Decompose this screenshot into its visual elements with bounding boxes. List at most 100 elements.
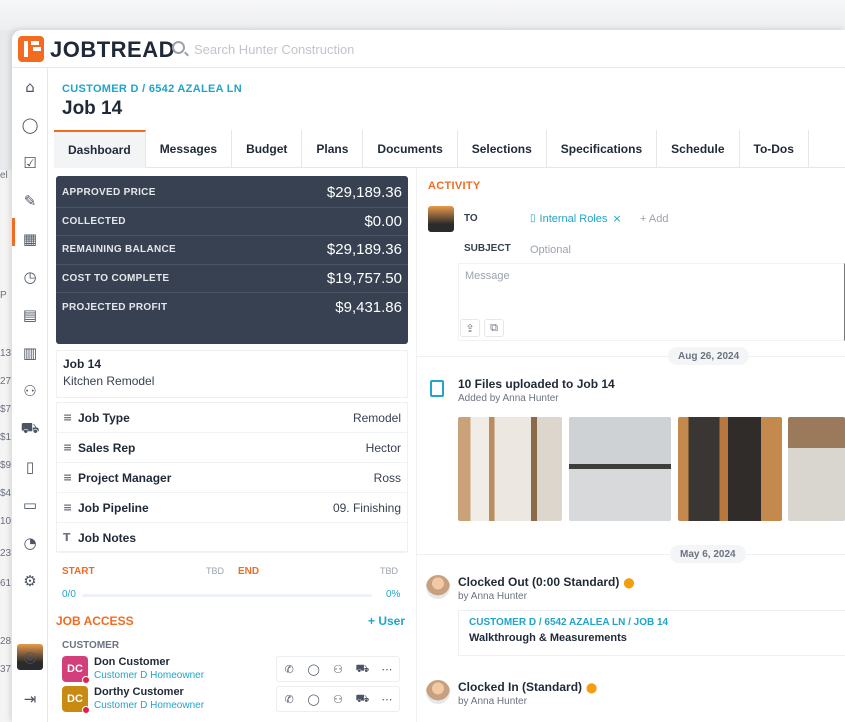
date-separator: [416, 554, 845, 555]
status-dot: [82, 676, 90, 684]
clock-out-title-text: Clocked Out (0:00 Standard): [458, 575, 620, 589]
remove-recipient-icon[interactable]: ×: [612, 212, 621, 225]
progress-percent: 0%: [386, 589, 401, 600]
photo-thumbnail[interactable]: [569, 417, 671, 521]
activity-title: ACTIVITY: [428, 180, 481, 192]
tab-selections[interactable]: Selections: [458, 130, 547, 168]
customer-group-label: CUSTOMER: [62, 640, 120, 651]
app-window: JOBTREAD ⌂ ◯ ☑ ✎ ▦ ◷ ▤ ▥ ⚇ ⛟ ▯ ▭ ◔ ⚙ ◎ ⇥…: [12, 30, 845, 722]
contact-initials: DC: [67, 693, 83, 705]
composer-avatar: [428, 206, 454, 232]
to-label: TO: [464, 213, 478, 224]
column-divider: [416, 168, 417, 722]
contact-row[interactable]: DC Dorthy Customer Customer D Homeowner ✆ ◯ ⚇…: [62, 686, 408, 714]
financial-row[interactable]: COST TO COMPLETE $19,757.50: [56, 265, 408, 293]
job-field-label: ≡ Job Type: [63, 411, 130, 425]
progress-bar: [82, 594, 372, 597]
job-field-row[interactable]: T Job Notes: [57, 523, 407, 553]
background-text-fragment: $7: [0, 404, 12, 415]
clock-in-event-title[interactable]: Clocked In (Standard) ⬤: [458, 680, 597, 694]
financial-row[interactable]: REMAINING BALANCE $29,189.36: [56, 236, 408, 265]
financial-row[interactable]: PROJECTED PROFIT $9,431.86: [56, 293, 408, 322]
job-info-card[interactable]: Job 14 Kitchen Remodel: [56, 350, 408, 398]
tab-specifications[interactable]: Specifications: [547, 130, 658, 168]
tab-to-dos[interactable]: To-Dos: [740, 130, 809, 168]
task-card[interactable]: CUSTOMER D / 6542 AZALEA LN / JOB 14 Wal…: [458, 610, 845, 656]
add-recipient-button[interactable]: + Add: [640, 213, 668, 225]
job-field-value: 09. Finishing: [332, 500, 401, 515]
pie-chart-icon[interactable]: ◔: [21, 534, 39, 552]
background-text-fragment: $4: [0, 488, 12, 499]
job-field-label: ≡ Sales Rep: [63, 441, 135, 455]
photo-thumbnail[interactable]: [788, 417, 845, 521]
chat-icon[interactable]: ◯: [21, 116, 39, 134]
phone-icon[interactable]: ✆: [277, 687, 301, 711]
financial-row[interactable]: COLLECTED $0.00: [56, 208, 408, 236]
truck-icon[interactable]: ⛟: [350, 657, 374, 681]
more-icon[interactable]: ⋯: [375, 687, 399, 711]
financial-value: $0.00: [364, 212, 402, 230]
location-pin-icon: ⬤: [623, 578, 635, 589]
copy-icon[interactable]: ⧉: [484, 319, 504, 337]
photo-thumbnail[interactable]: [458, 417, 562, 521]
calendar-icon[interactable]: ▦: [21, 230, 39, 248]
message-input[interactable]: [458, 263, 845, 341]
job-field-label: T Job Notes: [63, 531, 136, 545]
search-input[interactable]: [194, 39, 424, 59]
gear-icon[interactable]: ⚙: [21, 572, 39, 590]
date-pill: Aug 26, 2024: [668, 347, 750, 365]
list-icon: ≡: [63, 411, 73, 424]
contact-role: Customer D Homeowner: [94, 700, 205, 711]
phone-icon[interactable]: ✆: [277, 657, 301, 681]
lifebuoy-icon[interactable]: ◎: [21, 648, 39, 666]
truck-icon[interactable]: ⛟: [350, 687, 374, 711]
users-icon[interactable]: ⚇: [21, 382, 39, 400]
tab-dashboard[interactable]: Dashboard: [54, 130, 146, 168]
job-field-row[interactable]: ≡ Sales Rep Hector: [57, 433, 407, 463]
document-icon[interactable]: ▥: [21, 344, 39, 362]
photo-thumbnail[interactable]: [678, 417, 782, 521]
job-field-row[interactable]: ≡ Job Type Remodel: [57, 403, 407, 433]
subject-input[interactable]: [530, 242, 830, 258]
logout-icon[interactable]: ⇥: [21, 690, 39, 708]
job-field-label-text: Job Pipeline: [78, 500, 149, 515]
job-access-title: JOB ACCESS: [56, 614, 134, 628]
clock-icon[interactable]: ◷: [21, 268, 39, 286]
file-icon: [430, 380, 444, 397]
tab-schedule[interactable]: Schedule: [657, 130, 740, 168]
book-icon[interactable]: ▯: [21, 458, 39, 476]
clock-out-event-title[interactable]: Clocked Out (0:00 Standard) ⬤: [458, 575, 635, 589]
tab-messages[interactable]: Messages: [146, 130, 233, 168]
folder-icon[interactable]: ▭: [21, 496, 39, 514]
recipient-chip[interactable]: ▯ Internal Roles ×: [530, 212, 622, 225]
financial-row[interactable]: APPROVED PRICE $29,189.36: [56, 179, 408, 208]
financial-value: $29,189.36: [326, 241, 402, 259]
upload-icon[interactable]: ⇪: [460, 319, 480, 337]
truck-icon[interactable]: ⛟: [21, 419, 40, 438]
search-bar[interactable]: [172, 39, 432, 59]
jobtread-logo-icon[interactable]: [18, 36, 44, 62]
breadcrumb[interactable]: CUSTOMER D / 6542 AZALEA LN: [62, 83, 242, 95]
wrench-icon[interactable]: ✎: [21, 192, 39, 210]
home-icon[interactable]: ⌂: [21, 78, 39, 96]
end-label[interactable]: END: [238, 566, 259, 577]
tab-documents[interactable]: Documents: [363, 130, 458, 168]
contact-row[interactable]: DC Don Customer Customer D Homeowner ✆ ◯ ⚇ ⛟ ⋯: [62, 656, 408, 684]
job-field-row[interactable]: ≡ Job Pipeline 09. Finishing: [57, 493, 407, 523]
checkbox-icon[interactable]: ☑: [21, 154, 39, 172]
add-user-button[interactable]: + User: [368, 614, 405, 628]
job-field-row[interactable]: ≡ Project Manager Ross: [57, 463, 407, 493]
background-window-edge: el P 13 27 $7 $1 $9 $4 10 23 61 28 37: [0, 170, 12, 722]
more-icon[interactable]: ⋯: [375, 657, 399, 681]
users-icon[interactable]: ⚇: [326, 687, 350, 711]
anna-hunter-avatar: [426, 575, 450, 599]
chat-icon[interactable]: ◯: [301, 687, 325, 711]
start-label[interactable]: START: [62, 566, 95, 577]
clipboard-icon[interactable]: ▤: [21, 306, 39, 324]
clock-in-title-text: Clocked In (Standard): [458, 680, 583, 694]
tab-budget[interactable]: Budget: [232, 130, 303, 168]
chat-icon[interactable]: ◯: [301, 657, 325, 681]
files-event-title[interactable]: 10 Files uploaded to Job 14: [458, 377, 615, 391]
tab-plans[interactable]: Plans: [302, 130, 364, 168]
users-icon[interactable]: ⚇: [326, 657, 350, 681]
